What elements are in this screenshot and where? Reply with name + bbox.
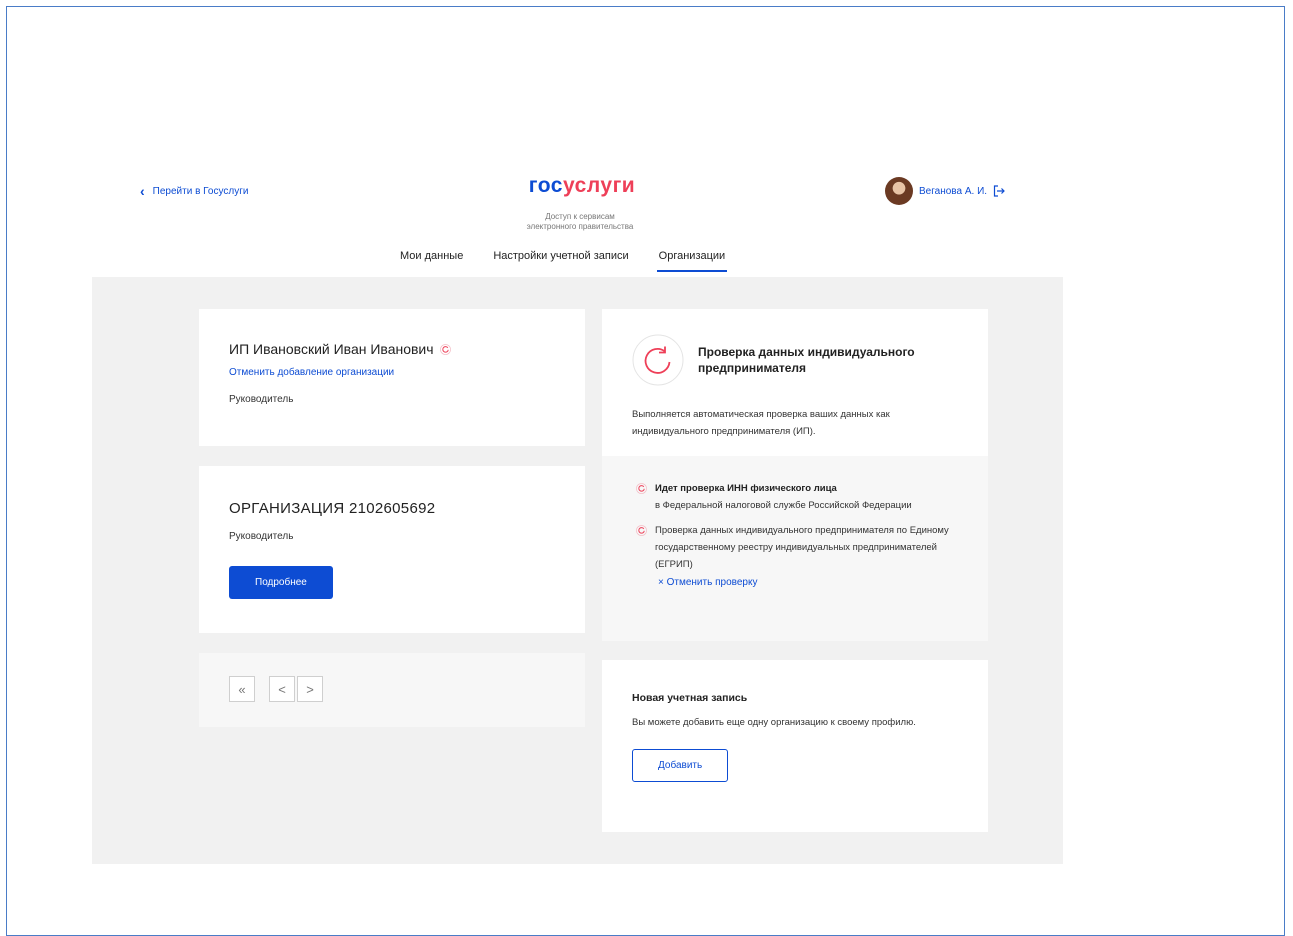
tagline-line2: электронного правительства bbox=[526, 222, 634, 231]
avatar bbox=[885, 177, 913, 205]
org-role: Руководитель bbox=[229, 394, 294, 405]
org-card: ОРГАНИЗАЦИЯ 2102605692 Руководитель Подр… bbox=[199, 466, 585, 633]
ip-check-card: Проверка данных индивидуального предприн… bbox=[602, 309, 988, 641]
add-button[interactable]: Добавить bbox=[632, 749, 729, 782]
check-description: Выполняется автоматическая проверка ваши… bbox=[632, 409, 890, 437]
pagination: « < > bbox=[199, 653, 585, 727]
org-name: ОРГАНИЗАЦИЯ 2102605692 bbox=[229, 500, 436, 517]
logout-icon[interactable] bbox=[993, 185, 1005, 197]
step-title: Идет проверка ИНН физического лица bbox=[655, 483, 837, 494]
details-button[interactable]: Подробнее bbox=[229, 566, 333, 599]
tagline-line1: Доступ к сервисам bbox=[545, 212, 615, 221]
check-step: Идет проверка ИНН физического лица в Феде… bbox=[636, 480, 958, 514]
prev-page-button[interactable]: < bbox=[269, 676, 295, 702]
check-title-line2: предпринимателя bbox=[698, 361, 807, 375]
loading-icon bbox=[636, 483, 647, 494]
loading-icon bbox=[636, 525, 647, 536]
tab-organizations[interactable]: Организации bbox=[656, 250, 728, 272]
check-step: Проверка данных индивидуального предприн… bbox=[636, 522, 958, 573]
logo-part2: услуги bbox=[562, 174, 636, 197]
user-name: Веганова А. И. bbox=[919, 185, 988, 197]
cancel-check-link[interactable]: × Отменить проверку bbox=[658, 577, 958, 588]
chevron-left-icon: ‹ bbox=[140, 183, 145, 199]
user-menu[interactable]: Веганова А. И. bbox=[885, 177, 1005, 205]
org-card-ip: ИП Ивановский Иван Иванович Отменить доб… bbox=[199, 309, 585, 446]
new-account-description: Вы можете добавить еще одну организацию … bbox=[632, 717, 916, 728]
gosuslugi-logo[interactable]: госуслуги bbox=[526, 174, 638, 198]
back-link-label: Перейти в Госуслуги bbox=[152, 185, 249, 197]
step-detail: в Федеральной налоговой службе Российско… bbox=[655, 500, 912, 511]
new-account-card: Новая учетная запись Вы можете добавить … bbox=[602, 660, 988, 832]
loading-icon bbox=[632, 334, 684, 386]
tab-account-settings[interactable]: Настройки учетной записи bbox=[491, 250, 630, 272]
account-tabs: Мои данные Настройки учетной записи Орга… bbox=[398, 250, 728, 272]
logo-part1: гос bbox=[528, 174, 563, 197]
loading-icon bbox=[439, 343, 451, 355]
check-title: Проверка данных индивидуального предприн… bbox=[698, 344, 915, 376]
step-detail: Проверка данных индивидуального предприн… bbox=[655, 525, 949, 570]
org-name: ИП Ивановский Иван Иванович bbox=[229, 341, 434, 357]
org-role: Руководитель bbox=[229, 531, 294, 542]
logo-tagline: Доступ к сервисам электронного правитель… bbox=[480, 212, 680, 232]
cancel-add-org-link[interactable]: Отменить добавление организации bbox=[229, 367, 555, 378]
tab-my-data[interactable]: Мои данные bbox=[398, 250, 465, 272]
first-page-button[interactable]: « bbox=[229, 676, 255, 702]
check-steps: Идет проверка ИНН физического лица в Феде… bbox=[602, 456, 988, 641]
back-to-gosuslugi-link[interactable]: ‹ Перейти в Госуслуги bbox=[140, 184, 248, 198]
next-page-button[interactable]: > bbox=[297, 676, 323, 702]
check-title-line1: Проверка данных индивидуального bbox=[698, 345, 915, 359]
new-account-title: Новая учетная запись bbox=[632, 692, 748, 704]
